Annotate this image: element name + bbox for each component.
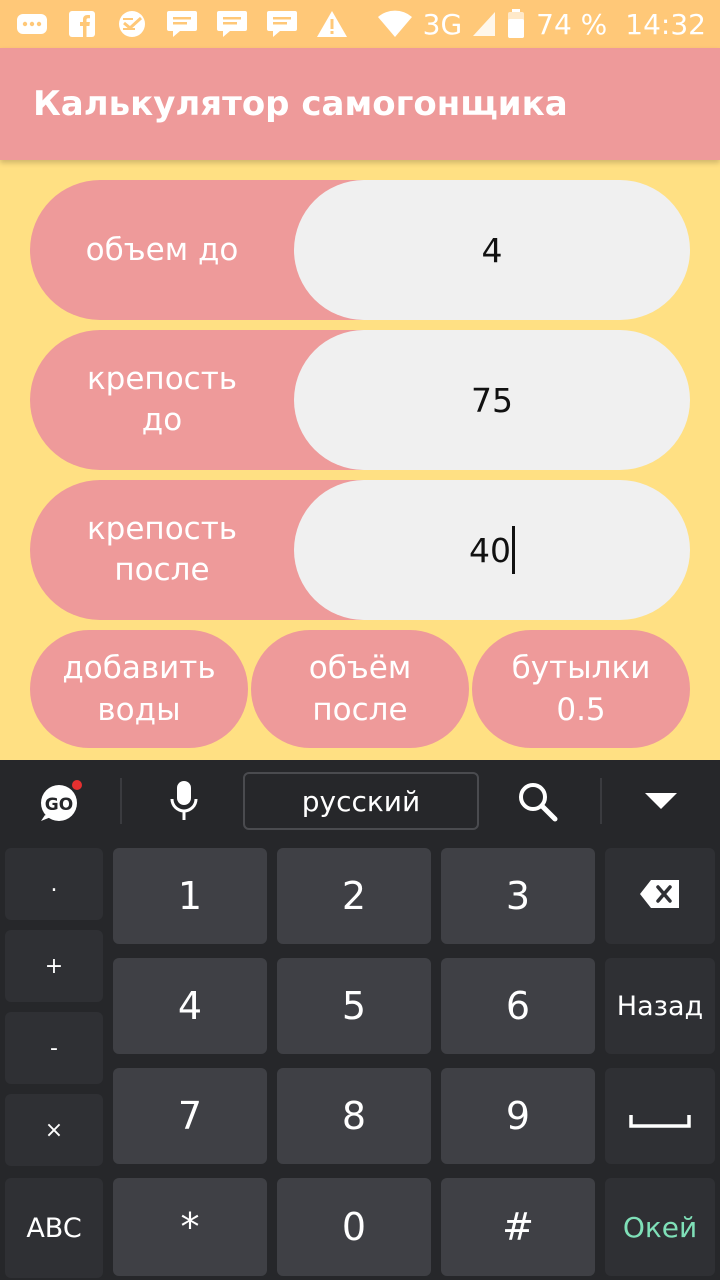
clock: 14:32 [625,7,706,41]
microphone-icon[interactable] [159,776,209,826]
key-6[interactable]: 6 [441,958,595,1054]
message-icon [264,8,300,40]
strength-before-input[interactable]: 75 [294,330,690,470]
bottles-button[interactable]: бутылки 0.5 [472,630,690,748]
text-cursor [512,526,515,574]
battery-icon [506,8,526,40]
key-9[interactable]: 9 [441,1068,595,1164]
strength-before-label: крепость до [86,361,238,438]
search-icon[interactable] [512,776,562,826]
space-key[interactable] [605,1068,715,1164]
status-bar: 3G 74 % 14:32 [0,0,720,48]
volume-before-value: 4 [481,230,503,270]
back-key[interactable]: Назад [605,958,715,1054]
message-icon [214,8,250,40]
toolbar-divider [600,778,602,824]
strength-before-row: крепость до 75 [30,330,690,470]
chevron-down-icon[interactable] [636,776,686,826]
space-icon [629,1094,691,1138]
key-2[interactable]: 2 [277,848,431,944]
key-abc[interactable]: ABC [5,1178,103,1278]
key-7[interactable]: 7 [113,1068,267,1164]
app-bar: Калькулятор самогонщика [0,48,720,160]
facebook-icon [64,8,100,40]
key-minus[interactable]: - [5,1012,103,1084]
key-asterisk[interactable]: * [113,1178,267,1276]
battery-level: 74 % [536,7,608,41]
strength-before-value: 75 [471,380,513,420]
sberbank-icon [114,8,150,40]
wifi-icon [377,8,413,40]
strength-after-label: крепость после [86,511,238,588]
volume-before-input[interactable]: 4 [294,180,690,320]
signal-icon [472,8,496,40]
key-8[interactable]: 8 [277,1068,431,1164]
key-3[interactable]: 3 [441,848,595,944]
add-water-button[interactable]: добавить воды [30,630,248,748]
volume-before-row: объем до 4 [30,180,690,320]
strength-after-input[interactable]: 40 [294,480,690,620]
go-keyboard-icon[interactable]: GO [36,776,86,826]
svg-text:GO: GO [45,795,73,815]
volume-before-label: объем до [85,231,239,268]
network-type: 3G [422,7,463,41]
key-0[interactable]: 0 [277,1178,431,1276]
key-hash[interactable]: # [441,1178,595,1276]
strength-after-row: крепость после 40 [30,480,690,620]
keyboard-toolbar: GO русский [0,760,720,842]
key-5[interactable]: 5 [277,958,431,1054]
key-dot[interactable]: . [5,848,103,920]
key-4[interactable]: 4 [113,958,267,1054]
key-multiply[interactable]: × [5,1094,103,1166]
strength-after-value: 40 [469,530,511,570]
key-1[interactable]: 1 [113,848,267,944]
page-title: Калькулятор самогонщика [33,84,568,124]
key-plus[interactable]: + [5,930,103,1002]
soft-keyboard: GO русский . + - × ABC 1 2 3 4 5 6 7 8 9… [0,760,720,1280]
backspace-key[interactable] [605,848,715,944]
message-icon [164,8,200,40]
ok-key[interactable]: Окей [605,1178,715,1276]
volume-after-button[interactable]: объём после [251,630,469,748]
warning-icon [314,8,350,40]
backspace-icon [639,874,681,918]
chat-icon [14,8,50,40]
toolbar-divider [120,778,122,824]
language-selector[interactable]: русский [243,772,479,830]
